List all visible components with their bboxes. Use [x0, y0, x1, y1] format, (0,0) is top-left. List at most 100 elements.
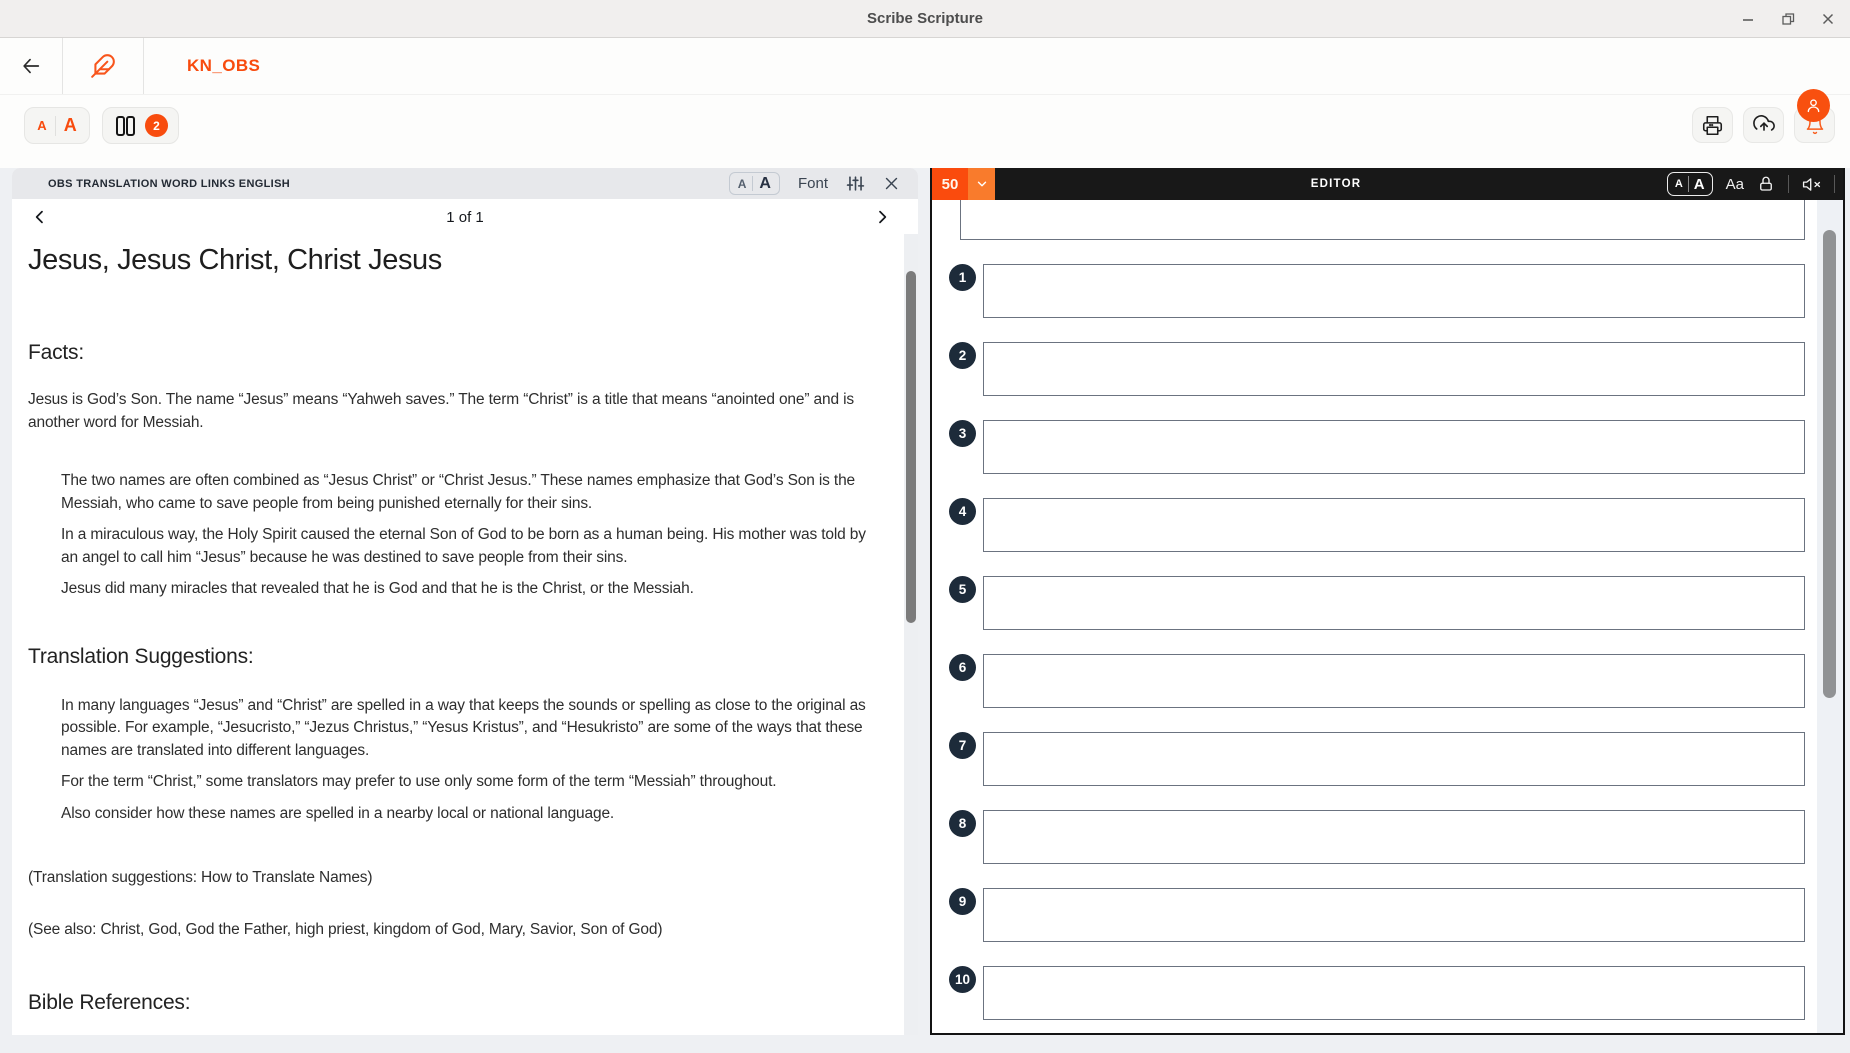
next-page-chevron[interactable]: [862, 199, 902, 235]
resource-scrollbar-track[interactable]: [904, 234, 918, 1035]
verse-row: 3: [932, 420, 1805, 474]
resource-panel-title: OBS TRANSLATION WORD LINKS ENGLISH: [48, 178, 290, 190]
verse-input[interactable]: [983, 420, 1805, 474]
project-title: KN_OBS: [144, 38, 260, 94]
resource-font-size-buttons[interactable]: A A: [729, 172, 780, 195]
verse-row: 5: [932, 576, 1805, 630]
chapter-dropdown-button[interactable]: [968, 168, 995, 200]
avatar[interactable]: [1797, 89, 1830, 122]
cloud-upload-button[interactable]: [1743, 107, 1784, 143]
editor-verse-list: 1 2 3 4 5: [932, 200, 1805, 1033]
verse-row: 4: [932, 498, 1805, 552]
verse-input[interactable]: [983, 498, 1805, 552]
print-button[interactable]: [1692, 107, 1733, 143]
font-decrease-button[interactable]: A: [1670, 178, 1688, 190]
close-panel-icon[interactable]: [883, 175, 900, 192]
toolbar-divider: [1788, 175, 1789, 193]
verse-row: 2: [932, 342, 1805, 396]
resource-scrollbar-thumb[interactable]: [906, 271, 916, 623]
app-header-row: KN_OBS: [0, 38, 1850, 95]
suggestion-points: In many languages “Jesus” and “Christ” a…: [61, 695, 878, 826]
verse-input[interactable]: [983, 966, 1805, 1020]
verse-number-badge: 8: [949, 810, 976, 837]
verse-input[interactable]: [983, 888, 1805, 942]
verse-number-badge: 7: [949, 732, 976, 759]
columns-icon: [113, 114, 137, 138]
facts-intro-paragraph: Jesus is God’s Son. The name “Jesus” mea…: [28, 389, 878, 434]
editor-content: 1 2 3 4 5: [932, 200, 1843, 1033]
verse-number-badge: 4: [949, 498, 976, 525]
verse-number-badge: 3: [949, 420, 976, 447]
font-increase-button[interactable]: A: [56, 115, 85, 136]
font-decrease-button[interactable]: A: [29, 118, 54, 133]
close-icon[interactable]: [1819, 10, 1837, 28]
titlebar: Scribe Scripture: [0, 0, 1850, 38]
suggestion-point: In many languages “Jesus” and “Christ” a…: [61, 695, 878, 763]
facts-heading: Facts:: [28, 341, 878, 365]
verse-input[interactable]: [983, 654, 1805, 708]
resource-panel-header: OBS TRANSLATION WORD LINKS ENGLISH A A F…: [12, 168, 918, 199]
facts-point: In a miraculous way, the Holy Spirit cau…: [61, 524, 878, 569]
font-size-buttons[interactable]: A A: [24, 107, 90, 144]
verse-input[interactable]: [983, 732, 1805, 786]
verse-number-badge: 6: [949, 654, 976, 681]
font-increase-button[interactable]: A: [753, 175, 777, 193]
chevron-down-icon: [975, 177, 989, 191]
article-title: Jesus, Jesus Christ, Christ Jesus: [28, 244, 878, 277]
app-header: KN_OBS A A 2: [0, 38, 1850, 168]
verse-input[interactable]: [983, 342, 1805, 396]
editor-toolbar: A A Aa: [1667, 168, 1843, 200]
translation-suggestions-heading: Translation Suggestions:: [28, 645, 878, 669]
verse-input[interactable]: [983, 576, 1805, 630]
bible-references-heading: Bible References:: [28, 991, 878, 1015]
app-window: Scribe Scripture KN_OBS: [0, 0, 1850, 1053]
resource-pagination: 1 of 1: [12, 199, 918, 235]
verse-row: 7: [932, 732, 1805, 786]
mute-audio-icon[interactable]: [1802, 175, 1821, 194]
article-content: Jesus, Jesus Christ, Christ Jesus Facts:…: [12, 234, 904, 1035]
back-button[interactable]: [0, 38, 62, 94]
minimize-icon[interactable]: [1739, 10, 1757, 28]
translation-note: (Translation suggestions: How to Transla…: [28, 869, 878, 887]
resource-panel: OBS TRANSLATION WORD LINKS ENGLISH A A F…: [12, 168, 918, 1035]
verse-input[interactable]: [983, 810, 1805, 864]
page-indicator: 1 of 1: [12, 209, 918, 226]
editor-panel: 50 EDITOR A A Aa: [930, 168, 1845, 1035]
editor-scrollbar-track[interactable]: [1817, 200, 1843, 1033]
verse-input[interactable]: [983, 264, 1805, 318]
editor-title: EDITOR: [1311, 168, 1361, 200]
verse-number-badge: 1: [949, 264, 976, 291]
facts-point: Jesus did many miracles that revealed th…: [61, 578, 878, 601]
verse-number-badge: 10: [949, 966, 976, 993]
verse-input-partial[interactable]: [960, 200, 1805, 240]
verse-row: 1: [932, 264, 1805, 318]
verse-number-badge: 5: [949, 576, 976, 603]
chapter-number-button[interactable]: 50: [932, 168, 968, 200]
window-controls: [1739, 0, 1837, 38]
verse-row: 6: [932, 654, 1805, 708]
font-decrease-button[interactable]: A: [732, 177, 753, 191]
window-title: Scribe Scripture: [0, 10, 1850, 27]
verse-row: 9: [932, 888, 1805, 942]
previous-page-chevron[interactable]: [20, 199, 60, 235]
editor-font-size-buttons[interactable]: A A: [1667, 172, 1713, 196]
lock-icon[interactable]: [1757, 175, 1775, 193]
filter-sliders-icon[interactable]: [846, 174, 865, 193]
restore-icon[interactable]: [1779, 10, 1797, 28]
quill-icon[interactable]: [63, 38, 143, 94]
facts-point: The two names are often combined as “Jes…: [61, 470, 878, 515]
suggestion-point: Also consider how these names are spelle…: [61, 803, 878, 826]
font-increase-button[interactable]: A: [1689, 176, 1710, 193]
editor-scrollbar-thumb[interactable]: [1823, 230, 1836, 698]
layout-panes-button[interactable]: 2: [102, 107, 179, 144]
verse-number-badge: 9: [949, 888, 976, 915]
font-family-button[interactable]: Aa: [1726, 176, 1744, 193]
verse-number-badge: 2: [949, 342, 976, 369]
panes-count-badge: 2: [145, 114, 168, 137]
toolbar-row: A A 2: [0, 95, 1850, 168]
font-menu-button[interactable]: Font: [798, 175, 828, 192]
resource-panel-controls: A A Font: [729, 172, 900, 195]
suggestion-point: For the term “Christ,” some translators …: [61, 771, 878, 794]
facts-points: The two names are often combined as “Jes…: [61, 470, 878, 601]
verse-row: 10: [932, 966, 1805, 1020]
